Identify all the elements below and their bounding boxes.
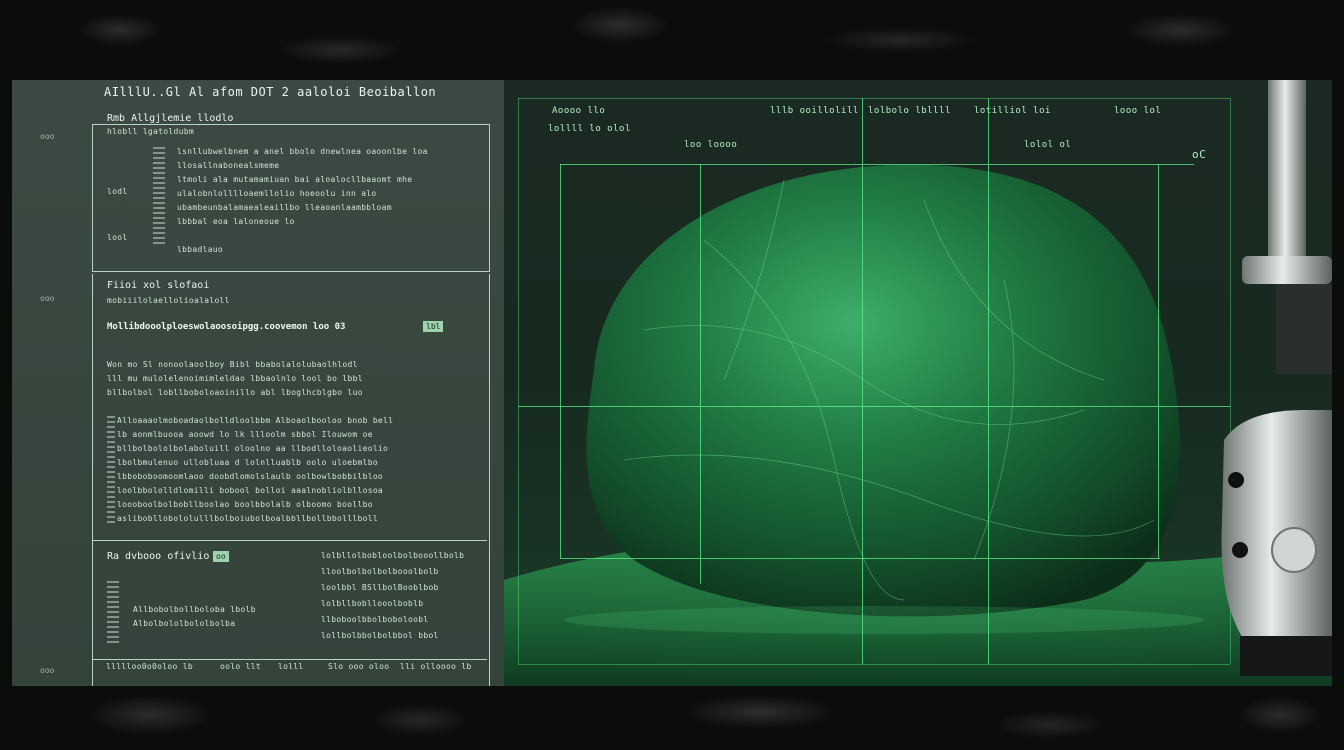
doc-bold-line: Mollibdooolploeswolaoosoipgg.coovemon lo… [107,322,346,332]
para-row: llboboolbbolboboloobl [321,615,429,624]
side-label: ooo [40,294,55,303]
doc-text-row: lsnllubwelbnem a anel bbolo dnewlnea oao… [177,147,428,156]
doc-subtitle: mobiiilolaellolioalaloll [107,296,230,305]
scan-sub-label: lolol ol [1024,140,1072,150]
microscope-device [1221,80,1332,676]
grid-line [518,664,1230,665]
para-row: Alloaaaolmoboadaolbolldloolbbm Alboaolbo… [117,416,394,425]
document-card: Rmb Allgjlemie llodlo hlobll lgatoldubm … [92,113,490,272]
grid-line [560,164,561,558]
grid-line [560,164,1194,165]
doc-text-row: llosallnabonealsmeme [177,161,280,170]
para-row: lolbllolbobloolbolbooollbolb [321,551,465,560]
para-row: loolbbl BSllbolBooblbob [321,583,439,592]
para-row: bllbolbololbolaboluill oloolno aa llbodl… [117,444,389,453]
side-label: ooo [40,132,55,141]
barcode-strip [107,581,119,645]
device-column [1268,80,1306,260]
display-screen: AIlllU..Gl Al afom DOT 2 aaloloi Beoibal… [12,80,1332,686]
scan-sub-label: lollll lo olol [548,124,631,134]
scan-header-label: lotilliol loi [974,106,1051,116]
doc-text-row: ubambeunbalamaealeaillbo lleaoanlaambblo… [177,203,392,212]
panel-title: AIlllU..Gl Al afom DOT 2 aaloloi Beoibal… [104,85,437,99]
para-row: lollbolbbolbolbbol bbol [321,631,439,640]
device-collar [1242,256,1332,284]
doc-text-row: lbbadlauo [177,245,224,254]
grid-line [518,98,519,664]
grid-line [560,558,1160,559]
grid-line [1158,164,1159,558]
scan-sub-label: loo loooo [684,140,738,150]
para-row: aslibobllobololulllbolboiubolboalbbllbol… [117,514,378,523]
para-row: Albolbololbololbolba [133,619,236,628]
doc-text-row: lbbbal eoa laloneoue lo [177,217,295,226]
grid-line [700,164,701,584]
para-row: loolbbololldlomilli bobool bolloi aaalno… [117,486,384,495]
document-card: Ra dvbooo ofivlio oo Allbobolbollboloba … [93,540,487,660]
doc-text-row: ltmoli ala mutamamiuan bai aloalocllbaao… [177,175,413,184]
scan-header-label: Aoooo llo [552,106,606,116]
status-tag: oo [213,551,229,562]
grid-line [862,98,863,664]
device-hole [1232,542,1248,558]
row-label: lodl [107,187,128,196]
footer-item: Slo ooo oloo [328,662,390,671]
device-base [1221,410,1332,640]
scan-viewport: Aoooo llo lllb ooillolill lolbolo lbllll… [504,80,1332,686]
footer-item: llllloo0o0oloo lb [106,662,193,671]
doc-text-row: ulalobnlolllloaemllolio hoeoolu inn alo [177,189,377,198]
doc-title: Ra dvbooo ofivlio [107,551,210,562]
doc-subtitle: hlobll lgatoldubm [107,127,194,136]
para-row: Won mo Sl nonoolaoolboy Bibl bbabolalolu… [107,360,358,369]
grid-line [988,98,989,664]
scan-header-label: looo lol [1114,106,1162,116]
footer-item: lli olloooo lb [400,662,472,671]
doc-title: Fiioi xol slofaoi [107,280,210,291]
footer-item: oolo llt [220,662,261,671]
scan-header-label: lllb ooillolill [770,106,859,116]
row-label: lool [107,233,128,242]
para-row: lll mu mulolelenoimimleldao lbbaolnlo lo… [107,374,363,383]
para-row: lolbllbobllooolboblb [321,599,424,608]
footer-item: lolll [278,662,304,671]
para-row: lb aonmlbuooa aoowd lo lk llloolm sbbol … [117,430,373,439]
device-foot [1240,636,1332,676]
doc-title: Rmb Allgjlemie llodlo [107,113,234,124]
para-row: bllbolbol lobllboboloaoinillo abl lboglh… [107,388,363,397]
device-body [1276,284,1332,374]
para-row: Allbobolbollboloba lbolb [133,605,256,614]
jade-stone [586,164,1180,617]
device-knob [1271,527,1317,573]
barcode-strip [107,416,115,526]
para-row: lbboboboomoomlaoo doobdlomolslaulb oolbo… [117,472,384,481]
document-panel: AIlllU..Gl Al afom DOT 2 aaloloi Beoibal… [12,80,504,686]
scan-header-label: lolbolo lbllll [868,106,951,116]
device-hole [1228,472,1244,488]
barcode-strip [153,147,165,247]
grid-line [518,98,1230,99]
grid-line [518,406,1230,407]
para-row: lloolbolbolbolbooolbolb [321,567,439,576]
para-row: loooboolbolbobllboolao boolbbolalb olboo… [117,500,373,509]
side-label: ooo [40,666,55,675]
status-tag: lbl [423,321,444,332]
document-card: Fiioi xol slofaoi mobiiilolaellolioalalo… [92,274,490,686]
floor-glow [564,606,1204,634]
para-row: lbolbmulenuo ullobluaa d lolnlluablb ool… [117,458,378,467]
